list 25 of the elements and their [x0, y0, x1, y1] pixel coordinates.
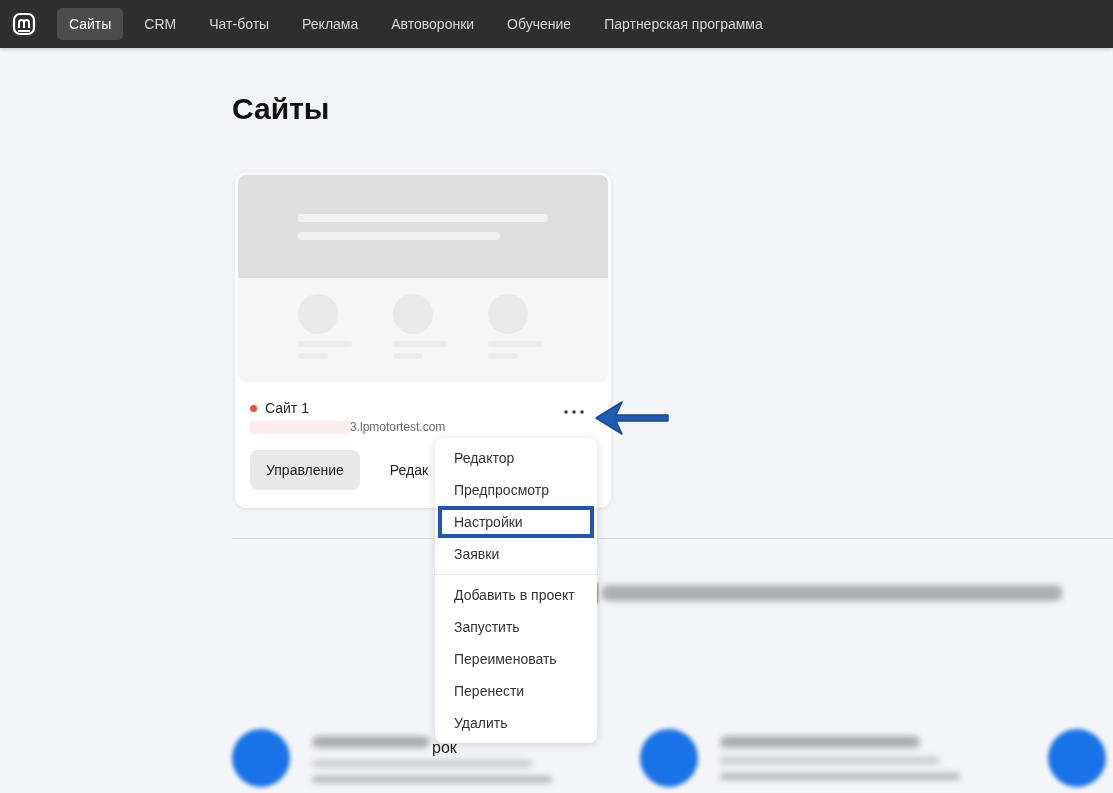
more-icon: [564, 410, 584, 414]
menu-item[interactable]: Заявки: [438, 538, 594, 570]
nav-tab[interactable]: Реклама: [290, 8, 371, 40]
blurred-icon: [1048, 729, 1106, 787]
nav-tab[interactable]: Обучение: [495, 8, 584, 40]
nav-tab[interactable]: Партнерская программа: [592, 8, 775, 40]
blurred-icon: [232, 729, 290, 787]
accent-mark: [594, 583, 598, 603]
blurred-icon: [640, 729, 698, 787]
menu-item[interactable]: Запустить: [438, 611, 594, 643]
menu-item[interactable]: Удалить: [438, 707, 594, 739]
menu-item[interactable]: Перенести: [438, 675, 594, 707]
nav-tab[interactable]: CRM: [132, 8, 189, 40]
menu-item[interactable]: Настройки: [438, 506, 594, 538]
nav-tab[interactable]: Сайты: [57, 8, 124, 40]
menu-item[interactable]: Переименовать: [438, 643, 594, 675]
site-domain: 3.lpmotortest.com: [350, 420, 446, 434]
nav-tab[interactable]: Автоворонки: [379, 8, 487, 40]
logo-icon[interactable]: [12, 12, 36, 36]
page-title: Сайты: [232, 92, 331, 127]
nav-tab[interactable]: Чат-боты: [197, 8, 282, 40]
site-name: Сайт 1: [265, 400, 309, 416]
feature-title: рок: [432, 739, 457, 757]
card-button[interactable]: Управление: [250, 450, 360, 490]
menu-item[interactable]: Добавить в проект: [438, 579, 594, 611]
